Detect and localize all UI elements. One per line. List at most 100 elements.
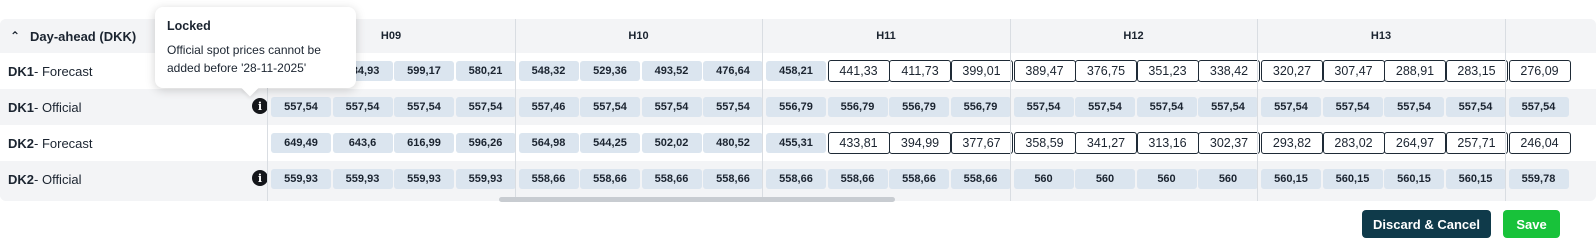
price-row: DK2 - Forecast 649,49 643,6 616,99 596,26 564… [0,125,1596,161]
row-kind: - Official [34,171,82,187]
price-input[interactable]: 288,91 [1384,60,1446,82]
column-divider [1504,19,1506,201]
price-cell: 557,54 [1075,97,1135,117]
tooltip-body: Official spot prices cannot be added bef… [167,43,321,75]
column-divider [514,19,516,201]
row-area: DK2 [8,135,35,151]
price-input[interactable]: 320,27 [1261,60,1323,82]
price-input[interactable]: 283,15 [1445,60,1508,82]
price-input[interactable]: 338,42 [1198,60,1260,82]
price-cell: 557,54 [1508,97,1569,117]
price-cell: 544,25 [580,133,640,153]
price-input[interactable]: 246,04 [1508,132,1571,154]
price-input[interactable]: 394,99 [889,132,951,154]
price-input[interactable]: 293,82 [1261,132,1323,154]
price-cell: 559,93 [332,169,393,189]
price-input[interactable]: 257,71 [1445,132,1508,154]
price-cell: 557,54 [455,97,516,117]
price-cell: 557,54 [1322,97,1383,117]
chevron-up-icon[interactable]: ⌃ [8,29,22,43]
info-icon[interactable]: i [252,170,268,186]
hour-header-2: H11 [876,30,896,42]
price-input[interactable]: 376,75 [1075,60,1137,82]
hour-header-1: H10 [628,30,649,42]
price-cell: 556,79 [766,97,826,117]
row-area: DK1 [8,99,35,115]
price-cell: 556,79 [889,97,949,117]
price-input[interactable]: 307,47 [1322,60,1385,82]
price-input[interactable]: 276,09 [1508,60,1571,82]
price-cell: 480,52 [703,133,763,153]
price-cell: 558,66 [889,169,949,189]
price-cell: 560 [1013,169,1074,189]
price-cell: 476,64 [703,61,763,81]
price-cell: 560 [1075,169,1135,189]
price-input[interactable]: 441,33 [827,60,890,82]
locked-tooltip: Locked Official spot prices cannot be ad… [155,7,356,97]
horizontal-scrollbar[interactable] [499,197,895,202]
tooltip-title: Locked [167,19,211,33]
hour-header-4: H13 [1370,30,1392,42]
price-cell: 557,54 [580,97,640,117]
price-cell: 558,66 [518,169,579,189]
section-toggle[interactable]: ⌃ Day-ahead (DKK) [8,19,136,53]
price-cell: 557,54 [1261,97,1321,117]
price-cell: 558,66 [766,169,826,189]
price-cell: 559,93 [455,169,516,189]
row-label: DK1 - Official [8,89,81,125]
price-cell: 560 [1198,169,1258,189]
info-icon[interactable]: i [252,98,268,114]
price-cell: 548,32 [518,61,579,81]
price-input[interactable]: 411,73 [889,60,951,82]
price-input[interactable]: 433,81 [827,132,890,154]
price-cell: 556,79 [950,97,1011,117]
row-label: DK2 - Official [8,161,81,197]
price-cell: 557,54 [394,97,454,117]
price-input[interactable]: 341,27 [1075,132,1137,154]
price-cell: 558,66 [950,169,1011,189]
column-divider [1257,19,1258,201]
hour-header-3: H12 [1123,30,1144,42]
price-cell: 599,17 [394,61,454,81]
price-cell: 557,54 [1384,97,1444,117]
price-cell: 529,36 [580,61,640,81]
price-cell: 557,54 [1136,97,1197,117]
price-cell: 556,79 [827,97,888,117]
price-cell: 557,54 [271,97,331,117]
price-row: DK2 - Official i 559,93 559,93 559,93 559,93 5… [0,161,1596,197]
price-input[interactable]: 389,47 [1013,60,1076,82]
price-cell: 596,26 [455,133,516,153]
price-cell: 455,31 [766,133,826,153]
price-cell: 557,46 [518,97,579,117]
row-kind: - Forecast [34,63,93,79]
price-cell: 557,54 [1445,97,1506,117]
row-label: DK1 - Forecast [8,53,93,89]
price-input[interactable]: 377,67 [950,132,1013,154]
row-area: DK1 [8,63,35,79]
price-cell: 616,99 [394,133,454,153]
price-input[interactable]: 283,02 [1322,132,1385,154]
price-input[interactable]: 399,01 [950,60,1013,82]
price-input[interactable]: 351,23 [1136,60,1199,82]
column-divider [762,19,763,201]
row-kind: - Forecast [34,135,93,151]
price-cell: 558,66 [580,169,640,189]
column-divider [1009,19,1011,201]
price-input[interactable]: 302,37 [1198,132,1260,154]
price-cell: 557,54 [641,97,702,117]
price-input[interactable]: 358,59 [1013,132,1076,154]
row-area: DK2 [8,171,35,187]
price-cell: 559,78 [1508,169,1569,189]
save-button[interactable]: Save [1503,210,1560,238]
discard-cancel-button[interactable]: Discard & Cancel [1362,210,1491,238]
price-cell: 649,49 [271,133,331,153]
price-cell: 557,54 [703,97,763,117]
price-row: DK1 - Official i 557,54 557,54 557,54 557,54 5… [0,89,1596,125]
row-label: DK2 - Forecast [8,125,93,161]
price-cell: 559,93 [394,169,454,189]
price-input[interactable]: 264,97 [1384,132,1446,154]
price-cell: 643,6 [332,133,393,153]
price-cell: 558,66 [703,169,763,189]
price-cell: 580,21 [455,61,516,81]
price-input[interactable]: 313,16 [1136,132,1199,154]
